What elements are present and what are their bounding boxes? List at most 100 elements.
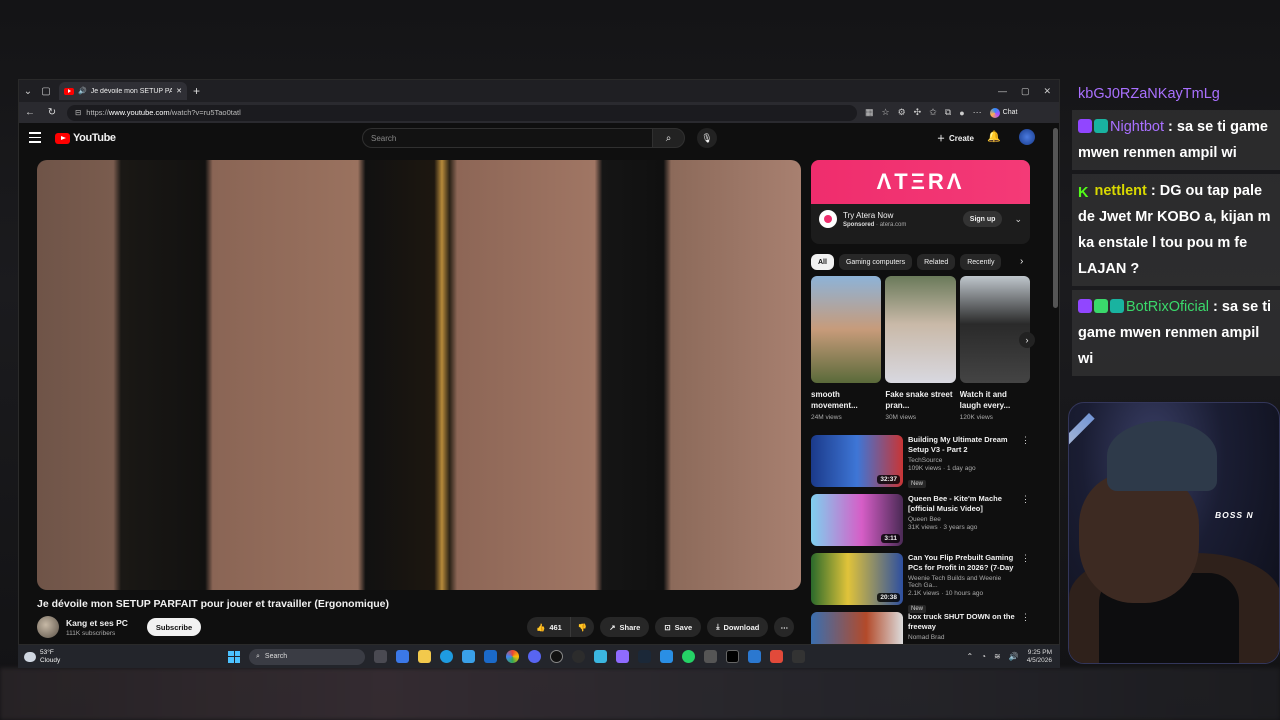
close-window-icon[interactable]: ✕ [1043, 86, 1051, 97]
filter-chip[interactable]: Gaming computers [838, 254, 913, 270]
app-icon-blue[interactable] [594, 650, 607, 663]
video-player[interactable] [37, 160, 801, 590]
rec-channel[interactable]: TechSource [908, 457, 1016, 464]
video-thumbnail[interactable] [811, 612, 903, 644]
wifi-icon[interactable]: ≋ [994, 652, 1001, 661]
favorites-icon[interactable]: ✩ [929, 107, 937, 118]
rec-channel[interactable]: Queen Bee [908, 516, 1016, 523]
site-info-icon[interactable]: ⊟ [75, 108, 81, 117]
weather-widget[interactable]: 53°F Cloudy [18, 649, 218, 665]
recommended-video[interactable]: 20:38 Can You Flip Prebuilt Gaming PCs f… [811, 553, 1030, 613]
volume-icon[interactable]: 🔊 [1009, 652, 1019, 661]
app-icon-dark[interactable] [792, 650, 805, 663]
app-icon-red[interactable] [770, 650, 783, 663]
taskbar-search[interactable]: ⌕ Search [249, 648, 365, 665]
task-view-icon[interactable] [374, 650, 387, 663]
rec-channel[interactable]: Weenie Tech Builds and Weenie Tech Ga... [908, 575, 1016, 589]
filter-chip[interactable]: All [811, 254, 834, 270]
chevron-down-icon[interactable]: ⌄ [19, 80, 37, 102]
puzzle-icon[interactable]: ✣ [914, 107, 922, 118]
app-icon-grid[interactable] [616, 650, 629, 663]
short-item[interactable]: Watch it and laugh every... 120K views [959, 276, 1030, 421]
app-icon-gray[interactable] [704, 650, 717, 663]
ad-banner[interactable]: ΛTΞRΛ [811, 160, 1030, 204]
filter-chip[interactable]: Related [917, 254, 956, 270]
back-icon[interactable]: ← [23, 107, 37, 118]
app-icon-edit[interactable] [660, 650, 673, 663]
chevron-down-icon[interactable]: ⌄ [1014, 214, 1022, 225]
short-thumbnail[interactable] [959, 276, 1030, 383]
widgets-icon[interactable] [396, 650, 409, 663]
more-menu-icon[interactable]: ⋯ [973, 107, 982, 118]
search-input[interactable]: Search [362, 128, 652, 148]
video-thumbnail[interactable]: 3:11 [811, 494, 903, 546]
mail-icon[interactable] [484, 650, 497, 663]
app-icon-dev[interactable] [748, 650, 761, 663]
more-vert-icon[interactable]: ⋮ [1021, 612, 1030, 644]
rec-channel[interactable]: Nomad Brad [908, 634, 1016, 641]
store-icon[interactable] [462, 650, 475, 663]
discord-icon[interactable] [528, 650, 541, 663]
extensions-icon[interactable]: ⚙ [898, 107, 906, 118]
steam-icon[interactable] [638, 650, 651, 663]
notifications-bell-icon[interactable]: 🔔 [987, 130, 1001, 143]
url-field[interactable]: ⊟ https://www.youtube.com/watch?v=ru5Tao… [67, 104, 857, 121]
recommended-video[interactable]: 3:11 Queen Bee - Kite'm Mache [official … [811, 494, 1030, 553]
clock[interactable]: 9:25 PM 4/5/2026 [1027, 649, 1052, 665]
short-title[interactable]: Watch it and laugh every... [960, 389, 1030, 413]
chrome-icon[interactable] [506, 650, 519, 663]
video-thumbnail[interactable]: 20:38 [811, 553, 903, 605]
subscribe-button[interactable]: Subscribe [146, 618, 202, 636]
create-button[interactable]: ＋ Create [929, 129, 982, 147]
edge-browser-icon[interactable] [440, 650, 453, 663]
collections-icon[interactable]: ⧉ [945, 107, 951, 118]
minimize-icon[interactable]: — [998, 86, 1007, 97]
rec-title[interactable]: Can You Flip Prebuilt Gaming PCs for Pro… [908, 553, 1016, 573]
save-button[interactable]: ⊡ Save [655, 617, 702, 637]
speaker-icon[interactable]: 🔊 [78, 87, 87, 95]
more-vert-icon[interactable]: ⋮ [1021, 435, 1030, 494]
youtube-logo[interactable]: YouTube [55, 132, 116, 144]
download-button[interactable]: ⤓ Download [707, 617, 769, 637]
more-vert-icon[interactable]: ⋮ [1021, 494, 1030, 553]
browser-tab-active[interactable]: 🔊 Je dévoile mon SETUP PARFAIT ✕ [59, 82, 187, 100]
menu-icon[interactable] [29, 132, 41, 144]
copilot-chat-button[interactable]: Chat [989, 107, 1017, 118]
account-avatar[interactable] [1019, 129, 1035, 145]
more-vert-icon[interactable]: ⋮ [1021, 553, 1030, 612]
search-icon[interactable]: ⌕ [652, 128, 685, 148]
short-item[interactable]: Fake snake street pran... 30M views [885, 276, 956, 421]
filter-chip[interactable]: Recently [960, 254, 1002, 270]
split-screen-icon[interactable]: ▦ [865, 107, 874, 118]
chevron-up-icon[interactable]: ⌃ [966, 652, 973, 661]
new-tab-button[interactable]: + [193, 84, 200, 98]
short-title[interactable]: smooth movement... [811, 389, 881, 413]
windows-start-icon[interactable] [228, 650, 240, 663]
network-icon[interactable]: ◔ [981, 652, 986, 661]
reload-icon[interactable]: ↻ [45, 107, 59, 118]
sponsored-ad[interactable]: ΛTΞRΛ Try Atera Now Sponsored · atera.co… [811, 160, 1030, 244]
shorts-next-arrow-icon[interactable]: › [1019, 332, 1035, 348]
ad-signup-button[interactable]: Sign up [962, 211, 1003, 227]
channel-avatar[interactable] [37, 616, 59, 638]
microphone-icon[interactable]: 🎙 [697, 128, 717, 148]
like-button[interactable]: 👍 461 [527, 617, 571, 637]
share-button[interactable]: ↗ Share [600, 617, 650, 637]
short-title[interactable]: Fake snake street pran... [885, 389, 955, 413]
page-scrollbar[interactable] [1053, 128, 1058, 308]
close-tab-icon[interactable]: ✕ [176, 87, 182, 95]
rec-title[interactable]: Building My Ultimate Dream Setup V3 - Pa… [908, 435, 1016, 455]
rec-title[interactable]: Queen Bee - Kite'm Mache [official Music… [908, 494, 1016, 514]
maximize-icon[interactable]: ▢ [1021, 86, 1030, 97]
tiktok-icon[interactable] [726, 650, 739, 663]
rec-title[interactable]: box truck SHUT DOWN on the freeway [908, 612, 1016, 632]
short-thumbnail[interactable] [885, 276, 956, 383]
profile-icon[interactable]: ● [959, 108, 964, 118]
recommended-video[interactable]: box truck SHUT DOWN on the freeway Nomad… [811, 612, 1030, 644]
obs-icon[interactable] [550, 650, 563, 663]
short-item[interactable]: smooth movement... 24M views [811, 276, 882, 421]
recommended-video[interactable]: 32:37 Building My Ultimate Dream Setup V… [811, 435, 1030, 494]
app-icon-circle[interactable] [572, 650, 585, 663]
chevron-right-icon[interactable]: › [1020, 256, 1023, 267]
channel-name[interactable]: Kang et ses PC [66, 618, 128, 628]
